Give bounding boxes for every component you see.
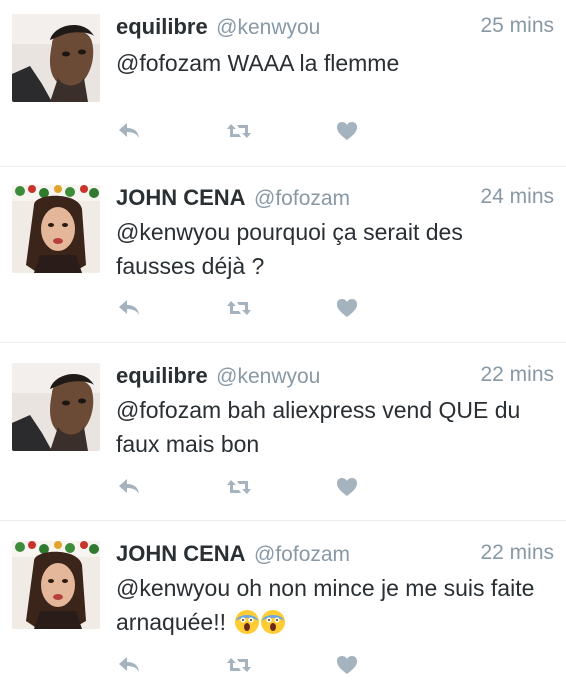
avatar[interactable]: [12, 541, 100, 629]
tweet-text: @fofozam bah aliexpress vend QUE du faux…: [116, 393, 546, 461]
tweet-text-content: @kenwyou pourquoi ça serait des fausses …: [116, 219, 463, 279]
retweet-icon: [227, 480, 251, 494]
retweet-icon: [227, 124, 251, 138]
tweet-text-content: @fofozam WAAA la flemme: [116, 50, 400, 76]
reply-icon: [119, 479, 139, 494]
retweet-button[interactable]: [226, 653, 252, 677]
timestamp[interactable]: 25 mins: [480, 14, 554, 38]
retweet-button[interactable]: [226, 119, 252, 143]
like-button[interactable]: [334, 653, 360, 677]
like-icon: [337, 299, 357, 317]
author-name[interactable]: JOHN CENA: [116, 541, 246, 566]
author-name[interactable]: JOHN CENA: [116, 185, 246, 210]
timestamp[interactable]: 22 mins: [480, 363, 554, 387]
author-handle[interactable]: @kenwyou: [216, 16, 320, 39]
retweet-button[interactable]: [226, 296, 252, 320]
like-icon: [337, 122, 357, 140]
tweet[interactable]: JOHN CENA @fofozam 24 mins @kenwyou pour…: [0, 167, 566, 343]
reply-icon: [119, 123, 139, 138]
female-avatar-image: [12, 541, 100, 629]
tweet[interactable]: equilibre @kenwyou 25 mins @fofozam WAAA…: [0, 0, 566, 167]
retweet-button[interactable]: [226, 475, 252, 499]
like-button[interactable]: [334, 296, 360, 320]
like-icon: [337, 478, 357, 496]
like-button[interactable]: [334, 119, 360, 143]
reply-icon: [119, 657, 139, 672]
author-handle[interactable]: @fofozam: [254, 187, 350, 210]
avatar[interactable]: [12, 363, 100, 451]
tweet-text: @fofozam WAAA la flemme: [116, 46, 546, 80]
author-handle[interactable]: @fofozam: [254, 543, 350, 566]
timestamp[interactable]: 24 mins: [480, 185, 554, 209]
avatar[interactable]: [12, 14, 100, 102]
tweet-text-content: @kenwyou oh non mince je me suis faite a…: [116, 575, 535, 635]
male-avatar-image: [12, 14, 100, 102]
timestamp[interactable]: 22 mins: [480, 541, 554, 565]
reply-icon: [119, 300, 139, 315]
tweet-text-content: @fofozam bah aliexpress vend QUE du faux…: [116, 397, 521, 457]
reply-button[interactable]: [116, 475, 142, 499]
author-name[interactable]: equilibre: [116, 363, 208, 388]
author-handle[interactable]: @kenwyou: [216, 365, 320, 388]
reply-button[interactable]: [116, 653, 142, 677]
female-avatar-image: [12, 185, 100, 273]
scream-emoji-icon: [235, 610, 260, 634]
male-avatar-image: [12, 363, 100, 451]
reply-button[interactable]: [116, 296, 142, 320]
like-button[interactable]: [334, 475, 360, 499]
scream-emoji-icon: [261, 610, 286, 634]
tweet[interactable]: JOHN CENA @fofozam 22 mins @kenwyou oh n…: [0, 521, 566, 686]
avatar[interactable]: [12, 185, 100, 273]
tweet[interactable]: equilibre @kenwyou 22 mins @fofozam bah …: [0, 343, 566, 521]
author-name[interactable]: equilibre: [116, 14, 208, 39]
tweet-text: @kenwyou oh non mince je me suis faite a…: [116, 571, 546, 639]
like-icon: [337, 656, 357, 674]
retweet-icon: [227, 658, 251, 672]
tweet-text: @kenwyou pourquoi ça serait des fausses …: [116, 215, 546, 283]
retweet-icon: [227, 301, 251, 315]
reply-button[interactable]: [116, 119, 142, 143]
